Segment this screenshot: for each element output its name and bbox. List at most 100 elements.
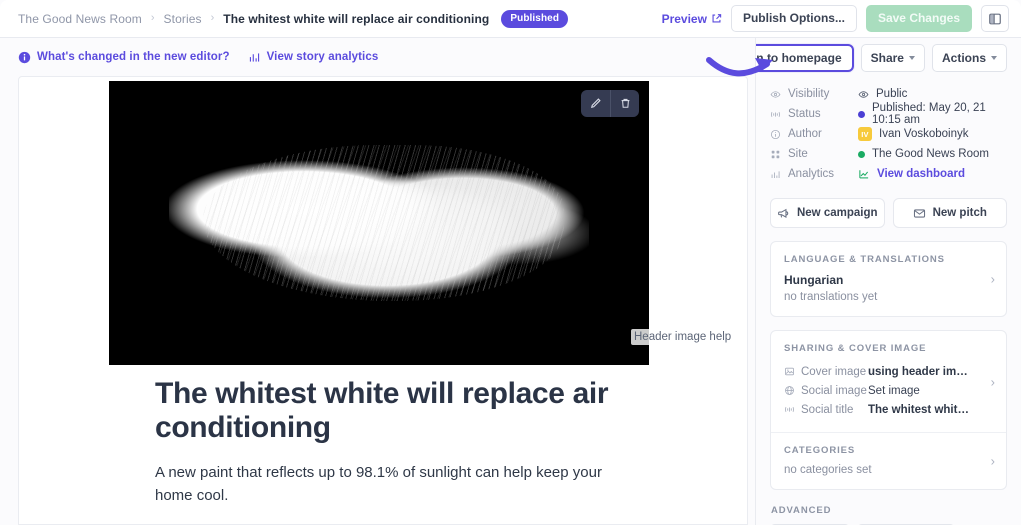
story-editor-canvas: Header image help The whitest white will… [18,76,748,525]
chevron-right-icon[interactable]: › [991,273,995,286]
breadcrumb-stories[interactable]: Stories [164,12,202,26]
kv-label: Social image [801,384,867,397]
meta-row-author[interactable]: Author IV Ivan Voskoboinyk [770,124,1007,144]
meta-label: Status [788,108,821,120]
meta-key-site: Site [770,148,858,160]
actions-label: Actions [941,51,986,65]
meta-key-visibility: Visibility [770,88,858,100]
meta-row-analytics[interactable]: Analytics View dashboard [770,164,1007,184]
chevron-down-icon [991,56,997,60]
meta-value-status: Published: May 20, 21 10:15 am [858,102,1007,126]
publish-options-button[interactable]: Publish Options... [730,4,857,33]
view-dashboard-link[interactable]: View dashboard [877,168,965,180]
meta-row-status[interactable]: Status Published: May 20, 21 10:15 am [770,102,1007,126]
external-link-icon [711,13,722,24]
sharing-row-cover-image: Cover image using header image [784,362,993,381]
status-badge: Published [501,9,569,28]
breadcrumb-site[interactable]: The Good News Room [18,12,142,26]
pin-to-homepage-label: Pin to homepage [756,51,842,65]
preview-link[interactable]: Preview [662,12,722,26]
eye-icon [858,89,869,100]
meta-row-site[interactable]: Site The Good News Room [770,144,1007,164]
meta-value-text: Ivan Voskoboinyk [879,128,969,140]
image-icon [784,366,795,377]
categories-status: no categories set [784,464,872,476]
meta-key-analytics: Analytics [770,168,858,180]
envelope-icon [913,207,926,220]
meta-row-visibility[interactable]: Visibility Public [770,84,1007,104]
pencil-icon[interactable] [581,90,610,117]
chart-icon [770,169,781,180]
site-dot [858,150,865,158]
categories-section-title: CATEGORIES [784,445,856,456]
meta-value-analytics[interactable]: View dashboard [858,168,965,180]
sharing-categories-card: SHARING & COVER IMAGE Cover image using [770,330,1007,490]
meta-key-status: Status [770,108,858,120]
kv-label: Social title [801,403,854,416]
chevron-right-icon[interactable]: › [991,375,995,388]
language-section-title: LANGUAGE & TRANSLATIONS [784,254,945,265]
advanced-section-title: ADVANCED [771,505,832,516]
breadcrumb: The Good News Room › Stories › The white… [18,9,662,28]
social-image-value[interactable]: Set image [868,385,920,397]
view-story-analytics-link[interactable]: View story analytics [248,51,379,64]
categories-section[interactable]: CATEGORIES no categories set › [771,432,1006,489]
pin-to-homepage-button[interactable]: Pin to homepage [756,44,854,72]
meta-value-text: Published: May 20, 21 10:15 am [872,102,986,126]
line-chart-icon [858,168,870,180]
meta-label: Site [788,148,808,160]
preview-label: Preview [661,11,707,26]
new-pitch-button[interactable]: New pitch [892,198,1007,228]
globe-icon [784,385,795,396]
sharing-section[interactable]: SHARING & COVER IMAGE Cover image using [771,331,1006,432]
share-label: Share [870,51,904,65]
article-body: The whitest white will replace air condi… [155,377,703,507]
page-title[interactable]: The whitest white will replace air condi… [155,377,655,445]
article-subtitle[interactable]: A new paint that reflects up to 98.1% of… [155,461,625,508]
language-translations-status: no translations yet [784,291,878,303]
eye-icon [770,89,781,100]
view-story-analytics-label: View story analytics [266,51,379,63]
share-button[interactable]: Share [860,44,925,72]
chevron-down-icon [908,56,915,60]
meta-value-visibility: Public [858,88,907,100]
grid-icon [770,149,781,160]
cover-image-key: Cover image [784,366,868,378]
save-changes-button[interactable]: Save Changes [865,4,972,33]
social-title-key: Social title [784,404,868,416]
meta-value-author: IV Ivan Voskoboinyk [858,127,969,141]
trash-icon[interactable] [610,90,639,117]
breadcrumb-current-story: The whitest white will replace air condi… [223,11,490,26]
meta-key-author: Author [770,128,858,140]
sharing-row-social-image: Social image Set image [784,381,993,400]
meta-value-text: Public [876,88,908,100]
language-value: Hungarian [784,273,844,287]
new-campaign-button[interactable]: New campaign [770,198,885,228]
chevron-right-icon[interactable]: › [991,455,995,468]
language-section[interactable]: LANGUAGE & TRANSLATIONS Hungarian no tra… [771,242,1006,316]
top-bar-actions: Preview Publish Options... Save Changes [662,4,1009,33]
bar-chart-icon [248,51,261,64]
story-settings-sidebar: Pin to homepage Share Actions [756,38,1021,525]
social-image-key: Social image [784,385,868,397]
cover-image-value: using header image [868,365,971,378]
paint-notch [362,305,449,331]
social-title-value: The whitest white will re... [868,403,971,416]
meta-value-text: The Good News Room [872,148,989,160]
header-image-help-label[interactable]: Header image help [631,329,735,345]
whats-changed-label: What's changed in the new editor? [37,51,230,63]
breadcrumb-separator: › [210,12,215,24]
top-bar: The Good News Room › Stories › The white… [0,0,1021,38]
meta-label: Author [788,128,822,140]
meta-label: Visibility [788,88,830,100]
whats-changed-link[interactable]: What's changed in the new editor? [18,51,230,64]
actions-button[interactable]: Actions [931,44,1007,72]
sharing-section-title: SHARING & COVER IMAGE [784,343,927,354]
header-image[interactable] [109,81,649,365]
info-circle-icon [770,129,781,140]
side-panel-icon[interactable] [981,5,1009,32]
broadcast-icon [770,109,781,120]
megaphone-icon [777,207,790,220]
kv-label: Cover image [801,365,867,378]
meta-value-site: The Good News Room [858,148,989,160]
